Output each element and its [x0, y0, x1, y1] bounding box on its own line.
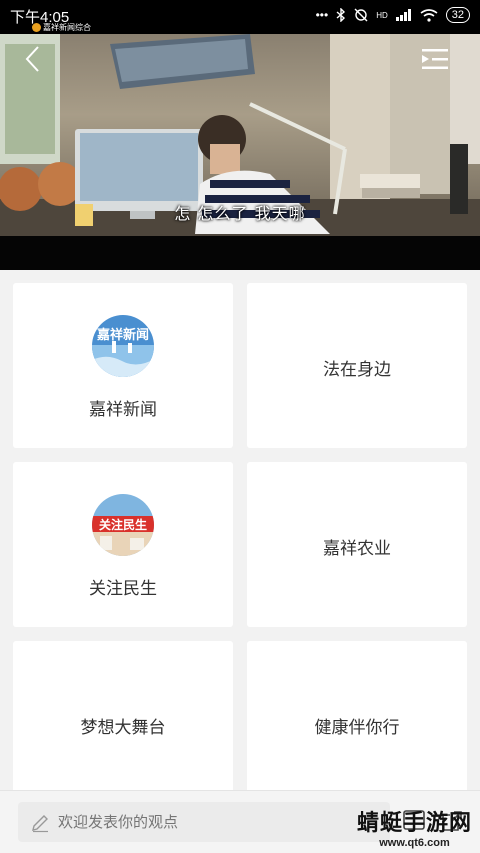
- notification-badge: 嘉祥新闻综合: [32, 22, 91, 33]
- channel-label: 健康伴你行: [314, 718, 400, 738]
- wifi-icon: [420, 8, 438, 22]
- app-notification-icon: [32, 23, 41, 32]
- channel-label: 关注民生: [89, 579, 157, 599]
- jiaxiang-news-logo-text: 嘉祥新闻: [96, 327, 149, 343]
- bluetooth-icon: [336, 8, 346, 22]
- video-subtitle: 怎 怎么了 我天哪: [174, 204, 306, 223]
- comment-bar: 蜻蜓手游网 www.qt6.com: [0, 790, 480, 853]
- livelihood-logo-text: 关注民生: [99, 517, 147, 532]
- pen-icon: [32, 815, 48, 833]
- network-type: HD: [376, 10, 388, 20]
- video-letterbox: [0, 236, 480, 270]
- status-icons: ••• HD 32: [316, 7, 470, 23]
- watermark-title: 蜻蜓手游网: [356, 811, 472, 836]
- channel-label: 梦想大舞台: [80, 718, 166, 738]
- battery-indicator: 32: [445, 7, 470, 23]
- watermark-url: www.qt6.com: [379, 837, 450, 849]
- comment-input[interactable]: [18, 802, 390, 842]
- signal-icon: [395, 9, 411, 21]
- status-bar: 下午4:05 嘉祥新闻综合 ••• HD 32: [0, 0, 480, 34]
- back-icon[interactable]: [20, 44, 50, 74]
- livelihood-logo: 关注民生: [92, 494, 154, 556]
- more-dots: •••: [315, 8, 329, 22]
- channel-card-law[interactable]: 法在身边: [247, 283, 467, 448]
- alarm-muted-icon: [354, 8, 368, 22]
- channel-card-livelihood[interactable]: 关注民生 关注民生: [13, 462, 233, 627]
- channel-card-dream-stage[interactable]: 梦想大舞台: [13, 641, 233, 806]
- channel-label: 嘉祥农业: [323, 539, 391, 559]
- channel-card-health[interactable]: 健康伴你行: [247, 641, 467, 806]
- jiaxiang-news-logo: 嘉祥新闻: [92, 315, 154, 377]
- video-frame: 怎 怎么了 我天哪: [0, 34, 480, 236]
- playlist-icon[interactable]: [422, 48, 448, 70]
- notification-label: 嘉祥新闻综合: [43, 23, 91, 32]
- video-player[interactable]: 怎 怎么了 我天哪: [0, 34, 480, 270]
- channel-label: 嘉祥新闻: [89, 400, 157, 420]
- channel-card-agriculture[interactable]: 嘉祥农业: [247, 462, 467, 627]
- channel-label: 法在身边: [323, 360, 391, 380]
- watermark: 蜻蜓手游网 www.qt6.com: [357, 811, 472, 849]
- channel-card-jiaxiang-news[interactable]: 嘉祥新闻 嘉祥新闻: [13, 283, 233, 448]
